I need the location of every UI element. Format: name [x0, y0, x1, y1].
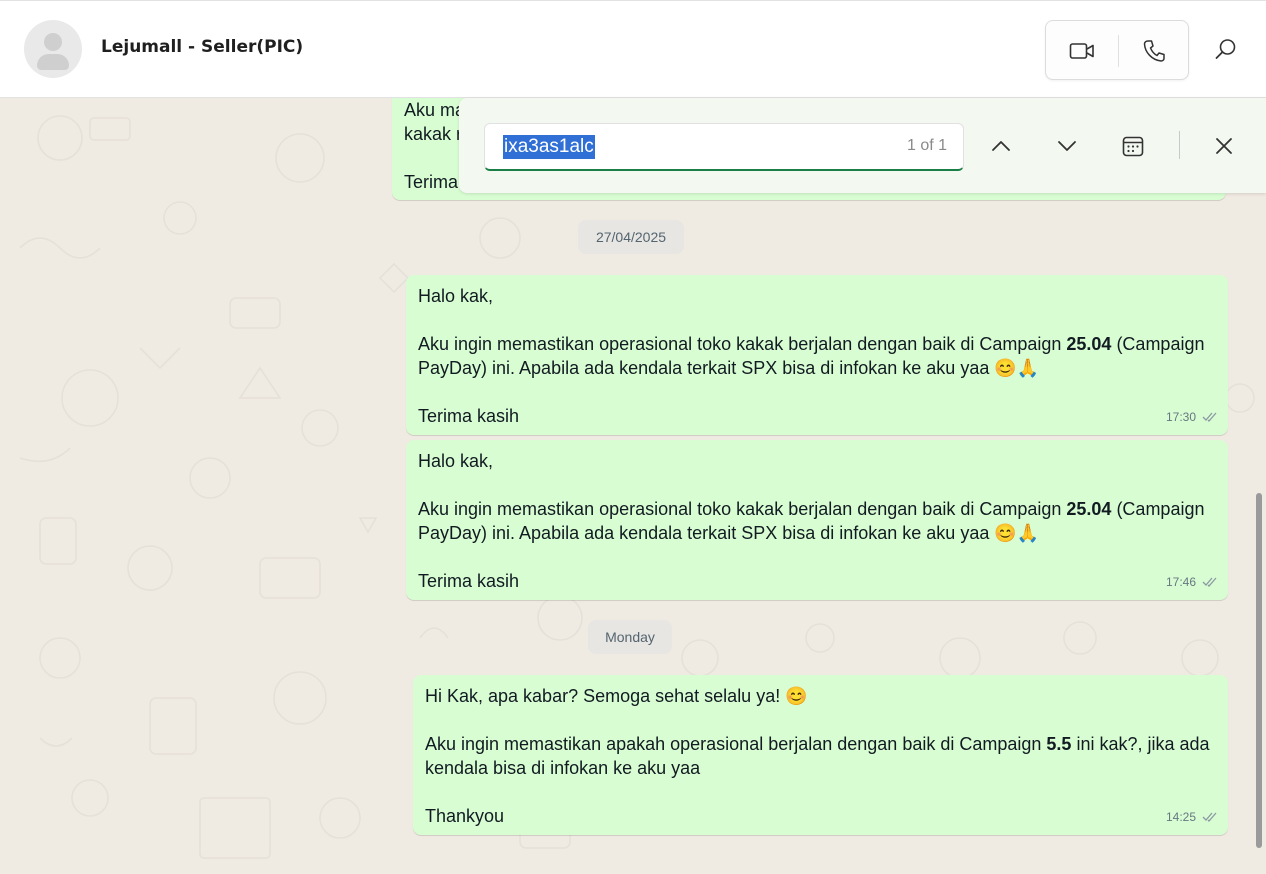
phone-icon	[1143, 40, 1165, 62]
message-line-1: Aku ingin memastikan apakah operasional …	[425, 732, 1210, 756]
message-bubble[interactable]: Halo kak, Aku ingin memastikan operasion…	[406, 440, 1228, 600]
call-group-divider	[1118, 35, 1119, 67]
find-input[interactable]: ixa3as1alc 1 of 1	[484, 123, 964, 171]
partial-line-3: Terima	[404, 172, 459, 192]
message-closing: Terima kasih	[418, 406, 520, 426]
voice-call-button[interactable]	[1132, 33, 1176, 69]
contact-name[interactable]: Lejumall - Seller(PIC)	[101, 37, 303, 57]
message-meta: 17:30	[1166, 405, 1218, 429]
chat-area[interactable]: Aku ma kakak r Terima 27/04/2025 Halo ka…	[0, 98, 1266, 874]
message-time: 17:30	[1165, 410, 1196, 424]
contact-avatar[interactable]	[24, 20, 82, 78]
find-match-count: 1 of 1	[906, 137, 947, 154]
double-check-icon	[1202, 577, 1217, 587]
next-match-button[interactable]	[1047, 128, 1087, 164]
avatar-body-shape	[37, 54, 69, 70]
close-find-button[interactable]	[1204, 128, 1244, 164]
video-call-button[interactable]	[1060, 33, 1104, 69]
message-text: (Campaign	[1111, 334, 1205, 354]
message-text: Aku ingin memastikan operasional toko ka…	[418, 499, 1067, 519]
partial-line-2: kakak r	[404, 124, 463, 144]
close-icon	[1216, 138, 1232, 154]
message-campaign-bold: 5.5	[1046, 734, 1072, 754]
message-campaign-bold: 25.04	[1066, 499, 1112, 519]
double-check-icon	[1202, 412, 1217, 422]
message-text: (Campaign	[1111, 499, 1205, 519]
chat-header: Lejumall - Seller(PIC)	[0, 0, 1266, 98]
search-icon	[1215, 39, 1236, 59]
message-time: 14:25	[1165, 810, 1196, 824]
message-line-1: Aku ingin memastikan operasional toko ka…	[418, 497, 1204, 521]
message-text: Aku ingin memastikan apakah operasional …	[425, 734, 1047, 754]
find-bar-divider	[1179, 131, 1180, 159]
message-time: 17:46	[1165, 575, 1196, 589]
avatar-head-shape	[44, 33, 62, 51]
message-line-2: PayDay) ini. Apabila ada kendala terkait…	[418, 358, 1040, 378]
message-meta: 17:46	[1166, 570, 1218, 594]
video-icon	[1069, 43, 1094, 59]
partial-line-1: Aku ma	[404, 100, 466, 120]
message-greeting: Halo kak,	[418, 286, 494, 306]
message-meta: 14:25	[1166, 805, 1218, 829]
call-button-group	[1045, 20, 1189, 80]
message-greeting: Hi Kak, apa kabar? Semoga sehat selalu y…	[425, 686, 808, 706]
search-button[interactable]	[1204, 29, 1248, 69]
find-in-chat-bar: ixa3as1alc 1 of 1	[459, 98, 1266, 193]
message-text: Aku ingin memastikan operasional toko ka…	[418, 334, 1067, 354]
message-closing: Terima kasih	[418, 571, 520, 591]
message-line-2: PayDay) ini. Apabila ada kendala terkait…	[418, 523, 1040, 543]
message-bubble[interactable]: Halo kak, Aku ingin memastikan operasion…	[406, 275, 1228, 435]
search-by-date-button[interactable]	[1113, 128, 1153, 164]
double-check-icon	[1202, 812, 1217, 822]
message-closing: Thankyou	[425, 806, 505, 826]
chevron-down-icon	[1058, 141, 1076, 151]
chevron-up-icon	[992, 141, 1010, 151]
message-bubble[interactable]: Hi Kak, apa kabar? Semoga sehat selalu y…	[413, 675, 1228, 835]
find-query-text[interactable]: ixa3as1alc	[503, 135, 595, 159]
date-separator: Monday	[588, 620, 672, 654]
message-campaign-bold: 25.04	[1066, 334, 1112, 354]
message-text: ini kak?, jika ada	[1071, 734, 1210, 754]
previous-match-button[interactable]	[981, 128, 1021, 164]
message-line-2: kendala bisa di infokan ke aku yaa	[425, 758, 701, 778]
calendar-icon	[1122, 136, 1144, 157]
date-separator: 27/04/2025	[578, 220, 684, 254]
chat-scrollbar[interactable]	[1256, 493, 1262, 848]
message-line-1: Aku ingin memastikan operasional toko ka…	[418, 332, 1204, 356]
message-greeting: Halo kak,	[418, 451, 494, 471]
